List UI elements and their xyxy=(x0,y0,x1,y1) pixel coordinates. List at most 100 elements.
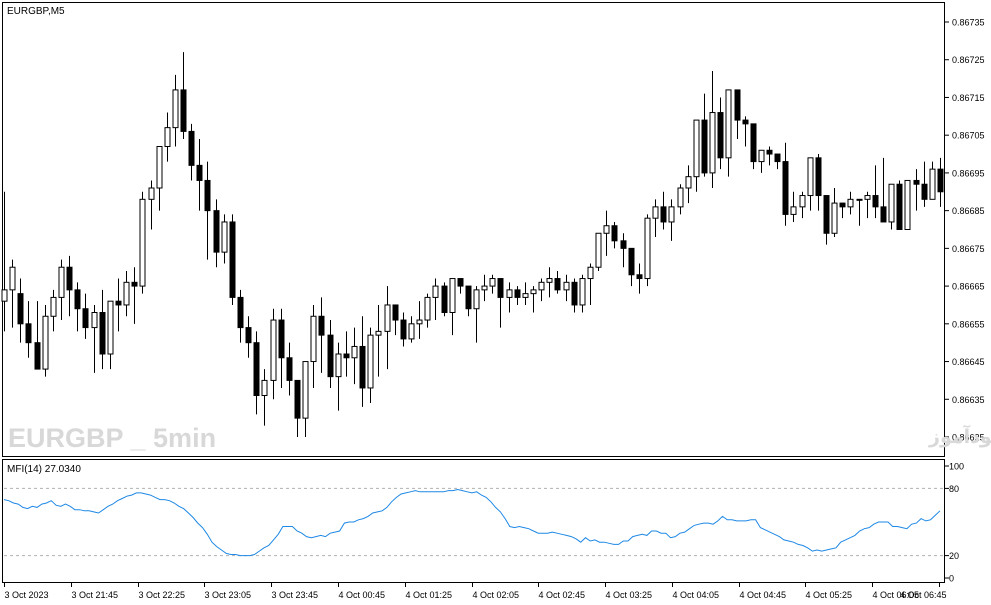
candle-body-bull xyxy=(481,285,488,291)
candle-body-bull xyxy=(538,281,545,291)
time-tick-label: 4 Oct 00:45 xyxy=(339,590,386,600)
candle-body-bull xyxy=(424,296,431,321)
candle-body-bear xyxy=(660,206,667,223)
candle-body-bear xyxy=(253,342,260,397)
candle-body-bear xyxy=(400,319,407,340)
candle-body-bull xyxy=(856,198,863,201)
price-tick-label: 0.86715 xyxy=(952,93,985,103)
candle-body-bear xyxy=(278,319,285,359)
candle-body-bull xyxy=(546,278,553,283)
candle-body-bull xyxy=(50,296,57,317)
candle-body-bear xyxy=(99,312,106,355)
candle-body-bear xyxy=(734,89,741,121)
price-tick-label: 0.86735 xyxy=(952,18,985,28)
candlestick xyxy=(139,191,146,294)
chart-canvas[interactable]: 0.86735 0.86725 0.86715 0.86705 0.86695 0.866… xyxy=(0,0,991,605)
candle-body-bull xyxy=(693,119,700,178)
candle-body-bull xyxy=(261,379,268,396)
candle-body-bear xyxy=(392,304,399,321)
price-tick-label: 0.86655 xyxy=(952,319,985,329)
candle-body-bull xyxy=(9,266,16,291)
candle-body-bull xyxy=(270,319,277,381)
candle-body-bear xyxy=(872,195,879,208)
candlestick xyxy=(904,179,911,230)
candle-body-bear xyxy=(17,293,24,325)
candle-body-bull xyxy=(807,157,814,197)
time-tick-label: 3 Oct 22:25 xyxy=(139,590,186,600)
candle-body-bull xyxy=(595,232,602,268)
candle-body-bull xyxy=(847,198,854,208)
candle-body-bull xyxy=(384,304,391,332)
candle-body-bear xyxy=(514,289,521,298)
candle-body-bull xyxy=(335,353,342,378)
candle-body-bull xyxy=(42,315,49,370)
candle-body-bull xyxy=(563,281,570,291)
candle-body-bear xyxy=(318,315,325,336)
price-tick-label: 0.86665 xyxy=(952,282,985,292)
candle-body-bull xyxy=(416,319,423,325)
candle-body-bear xyxy=(628,247,635,276)
candle-body-bear xyxy=(441,285,448,314)
time-tick-label: 4 Oct 02:05 xyxy=(473,590,520,600)
candle-body-bear xyxy=(327,334,334,378)
time-tick-label: 4 Oct 01:25 xyxy=(406,590,453,600)
time-tick-label: 4 Oct 04:45 xyxy=(740,590,787,600)
time-axis: 3 Oct 2023 3 Oct 21:45 3 Oct 22:25 3 Oct 23… xyxy=(4,583,947,600)
time-tick-label: 4 Oct 02:45 xyxy=(539,590,586,600)
price-tick-label: 0.86685 xyxy=(952,206,985,216)
candle-body-bear xyxy=(245,327,252,344)
candle-body-bull xyxy=(91,312,98,329)
mfi-tick-label: 0 xyxy=(949,574,954,584)
candle-body-bull xyxy=(668,206,675,223)
candle-body-bear xyxy=(611,225,618,242)
candle-body-bull xyxy=(831,202,838,234)
candle-body-bull xyxy=(904,179,911,230)
candle-body-bear xyxy=(750,123,757,163)
candlestick xyxy=(896,180,903,231)
candle-body-bull xyxy=(709,112,716,174)
candle-body-bear xyxy=(465,285,472,310)
trading-chart-window[interactable]: 0.86735 0.86725 0.86715 0.86705 0.86695 0.866… xyxy=(0,0,991,605)
mfi-indicator-panel[interactable] xyxy=(2,459,945,583)
candle-body-bear xyxy=(180,89,187,132)
candle-body-bear xyxy=(620,240,627,249)
candle-body-bear xyxy=(229,221,236,298)
candle-body-bull xyxy=(644,217,651,280)
candle-body-bull xyxy=(148,187,155,200)
candle-body-bear xyxy=(742,119,749,125)
candle-body-bull xyxy=(790,206,797,215)
candle-body-bear xyxy=(25,323,32,344)
price-tick-label: 0.86725 xyxy=(952,55,985,65)
candle-body-bear xyxy=(131,281,138,287)
candle-body-bull xyxy=(449,278,456,313)
candle-body-bear xyxy=(237,296,244,329)
candlestick xyxy=(229,214,236,305)
candle-body-bull xyxy=(473,289,480,310)
mfi-tick-label: 20 xyxy=(949,551,959,561)
mfi-tick-label: 80 xyxy=(949,484,959,494)
candle-body-bull xyxy=(221,221,228,253)
watermark-right: انتشار در سایت سودآموز xyxy=(928,424,991,448)
candle-body-bull xyxy=(677,187,684,208)
candlestick xyxy=(644,214,651,287)
price-tick-label: 0.86675 xyxy=(952,244,985,254)
candle-body-bear xyxy=(115,300,122,306)
candle-body-bull xyxy=(139,198,146,287)
candle-body-bear xyxy=(294,379,301,419)
candle-body-bull xyxy=(123,281,130,306)
candle-body-bull xyxy=(530,289,537,295)
time-tick-label: 4 Oct 03:25 xyxy=(606,590,653,600)
candle-body-bull xyxy=(1,289,8,302)
candle-body-bear xyxy=(359,345,366,389)
candle-body-bear xyxy=(196,164,203,181)
candle-body-bull xyxy=(864,195,871,200)
candle-body-bull xyxy=(929,168,936,200)
candle-body-bull xyxy=(58,266,65,298)
candle-body-bear xyxy=(913,179,920,185)
candle-body-bull xyxy=(725,89,732,159)
candle-body-bear xyxy=(188,130,195,166)
candle-body-bear xyxy=(34,342,41,370)
price-tick-label: 0.86645 xyxy=(952,357,985,367)
candle-body-bull xyxy=(685,176,692,189)
candle-body-bear xyxy=(343,353,350,359)
